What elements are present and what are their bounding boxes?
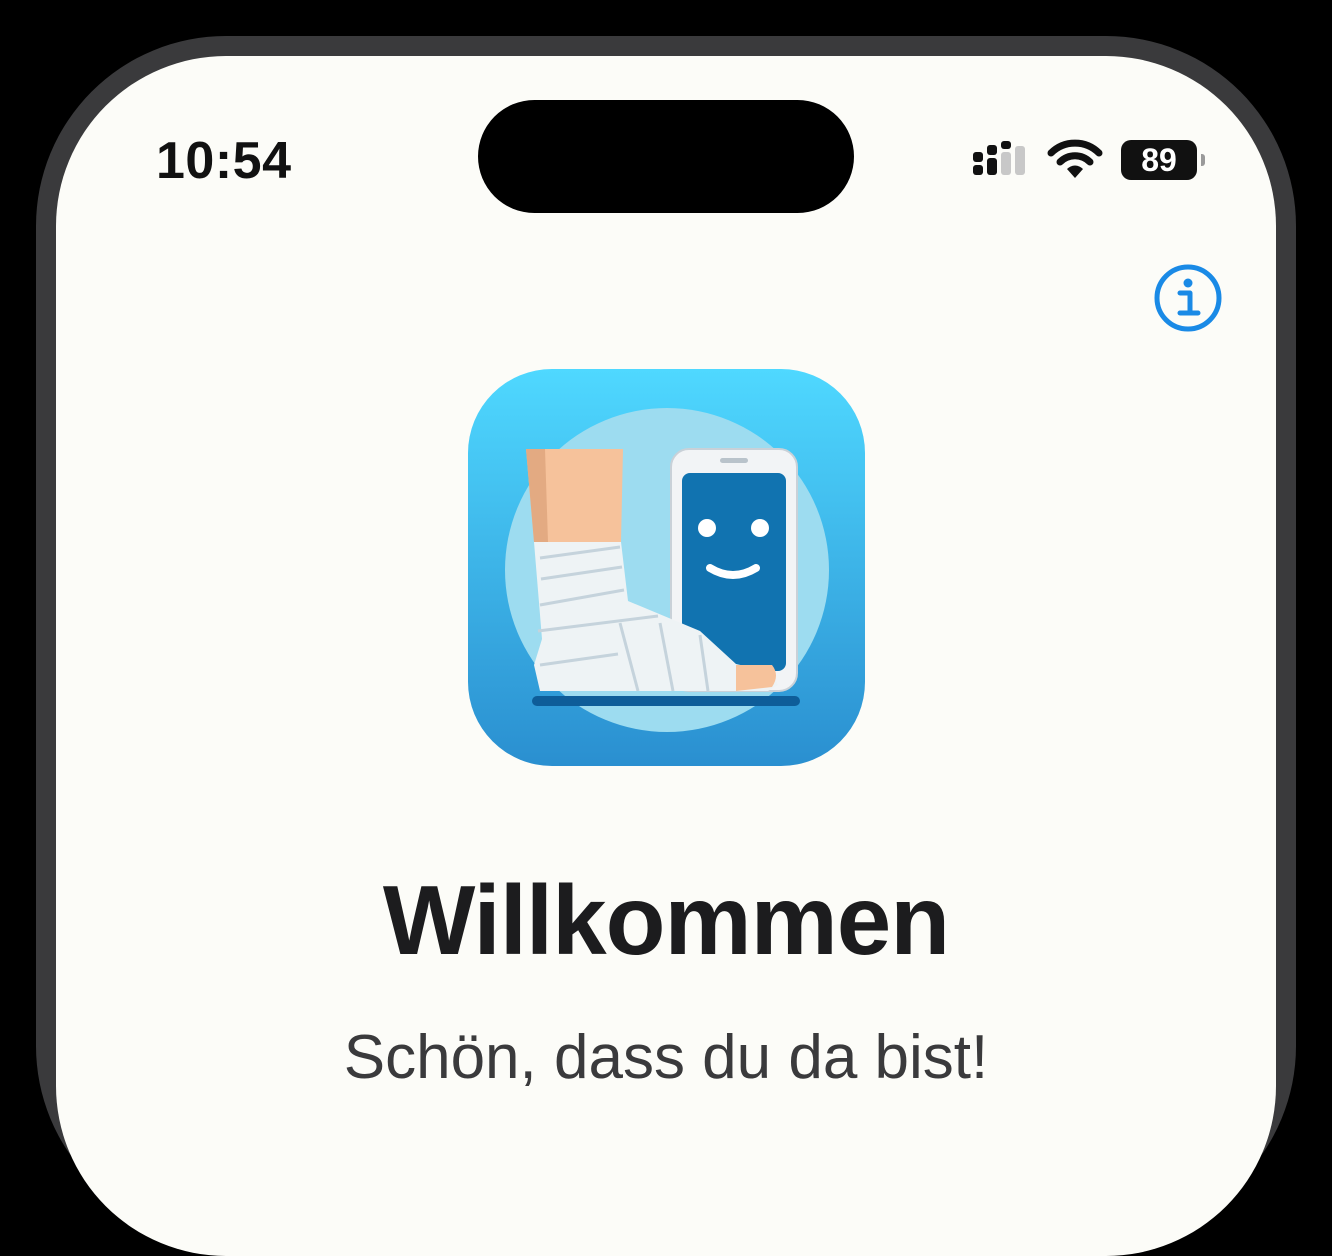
info-button[interactable] [1152,262,1224,334]
battery-cap [1201,154,1205,166]
battery-icon: 89 [1121,140,1205,180]
welcome-subtitle: Schön, dass du da bist! [343,1023,989,1092]
app-logo-icon [468,369,865,766]
app-screen: 10:54 89 Willkommen Schön, dass du da bi… [56,56,1276,1256]
info-circle-icon[interactable] [1152,262,1224,334]
wifi-icon [1047,139,1103,178]
status-indicators: 89 [971,138,1205,182]
dynamic-island [478,100,854,213]
welcome-title: Willkommen [382,865,950,975]
status-time: 10:54 [156,132,292,190]
battery-level: 89 [1141,142,1177,178]
cellular-signal-icon [973,141,1025,175]
